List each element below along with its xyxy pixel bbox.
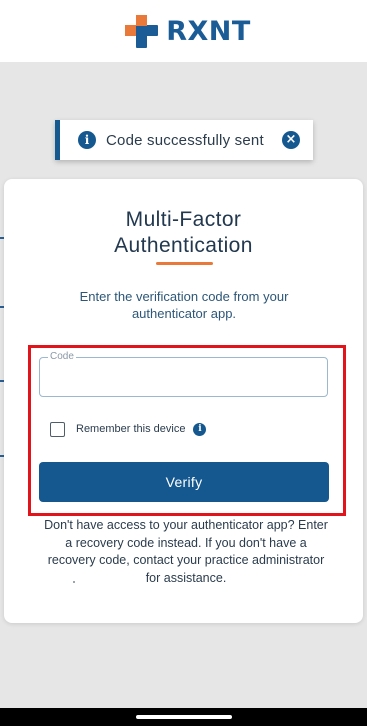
mfa-card: Multi-Factor Authentication Enter the ve… — [4, 179, 363, 623]
close-icon[interactable]: × — [282, 131, 300, 149]
info-icon[interactable]: i — [193, 422, 207, 436]
title-underline — [156, 262, 213, 265]
app-header: RXNT — [0, 0, 367, 62]
brand-logo: RXNT — [124, 13, 251, 49]
remember-device-checkbox[interactable] — [50, 421, 65, 437]
system-navigation-bar — [0, 708, 367, 726]
home-indicator[interactable] — [136, 715, 232, 719]
remember-device-row[interactable]: Remember this device i — [50, 421, 207, 437]
brand-name: RXNT — [166, 15, 251, 47]
toast-notification: i Code successfully sent × — [55, 120, 313, 160]
code-field[interactable]: Code — [39, 351, 328, 397]
instructions-text: Enter the verification code from your au… — [79, 289, 289, 321]
code-field-label: Code — [48, 351, 76, 362]
title-line-2: Authentication — [114, 234, 253, 257]
page-title: Multi-Factor Authentication — [4, 207, 363, 259]
decorative-dot — [73, 581, 75, 583]
recovery-help-text: Don't have access to your authenticator … — [44, 518, 328, 585]
title-line-1: Multi-Factor — [125, 208, 242, 231]
remember-device-label[interactable]: Remember this device — [76, 423, 185, 435]
rxnt-logo-mark-icon — [125, 15, 159, 48]
info-icon: i — [78, 131, 96, 149]
verify-button[interactable]: Verify — [39, 462, 329, 502]
code-input[interactable] — [48, 366, 318, 390]
toast-message: Code successfully sent — [106, 131, 264, 149]
